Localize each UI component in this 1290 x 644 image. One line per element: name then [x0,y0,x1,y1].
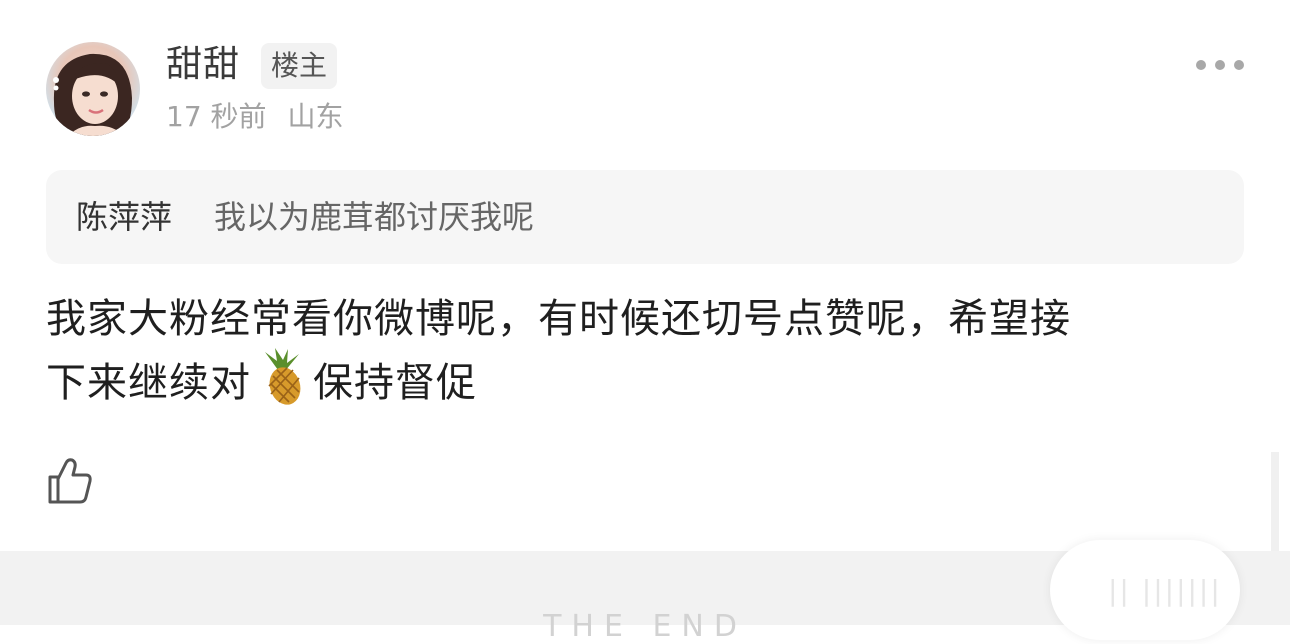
post-location: 山东 [287,100,344,133]
like-button[interactable] [46,456,94,506]
post-time: 17 秒前 [166,100,267,133]
post-meta: 17 秒前 山东 [166,99,343,135]
comment-line-2: 下来继续对 保持督促 [46,348,1246,422]
pineapple-icon [255,348,307,422]
op-badge: 楼主 [261,43,338,89]
comment-line-1: 我家大粉经常看你微博呢，有时候还切号点赞呢，希望接 [46,296,1071,342]
quoted-comment[interactable]: 陈萍萍 我以为鹿茸都讨厌我呢 [46,170,1244,264]
ellipsis-icon [1196,60,1206,70]
quoted-text: 我以为鹿茸都讨厌我呢 [214,198,535,236]
ellipsis-icon [1234,60,1244,70]
author-name[interactable]: 甜甜 [166,43,240,87]
watermark-logo: || ||||||| [1108,574,1222,607]
comment-content: 我家大粉经常看你微博呢，有时候还切号点赞呢，希望接 下来继续对 保持督促 [46,290,1246,422]
comment-line-2-end: 保持督促 [313,360,477,406]
thumbs-up-icon [48,458,92,504]
ellipsis-icon [1215,60,1225,70]
more-options-button[interactable] [1196,56,1244,74]
quoted-author: 陈萍萍 [76,198,173,236]
comment-line-2-start: 下来继续对 [46,360,251,406]
floating-button[interactable]: || ||||||| [1050,540,1240,640]
author-avatar[interactable] [46,42,140,136]
